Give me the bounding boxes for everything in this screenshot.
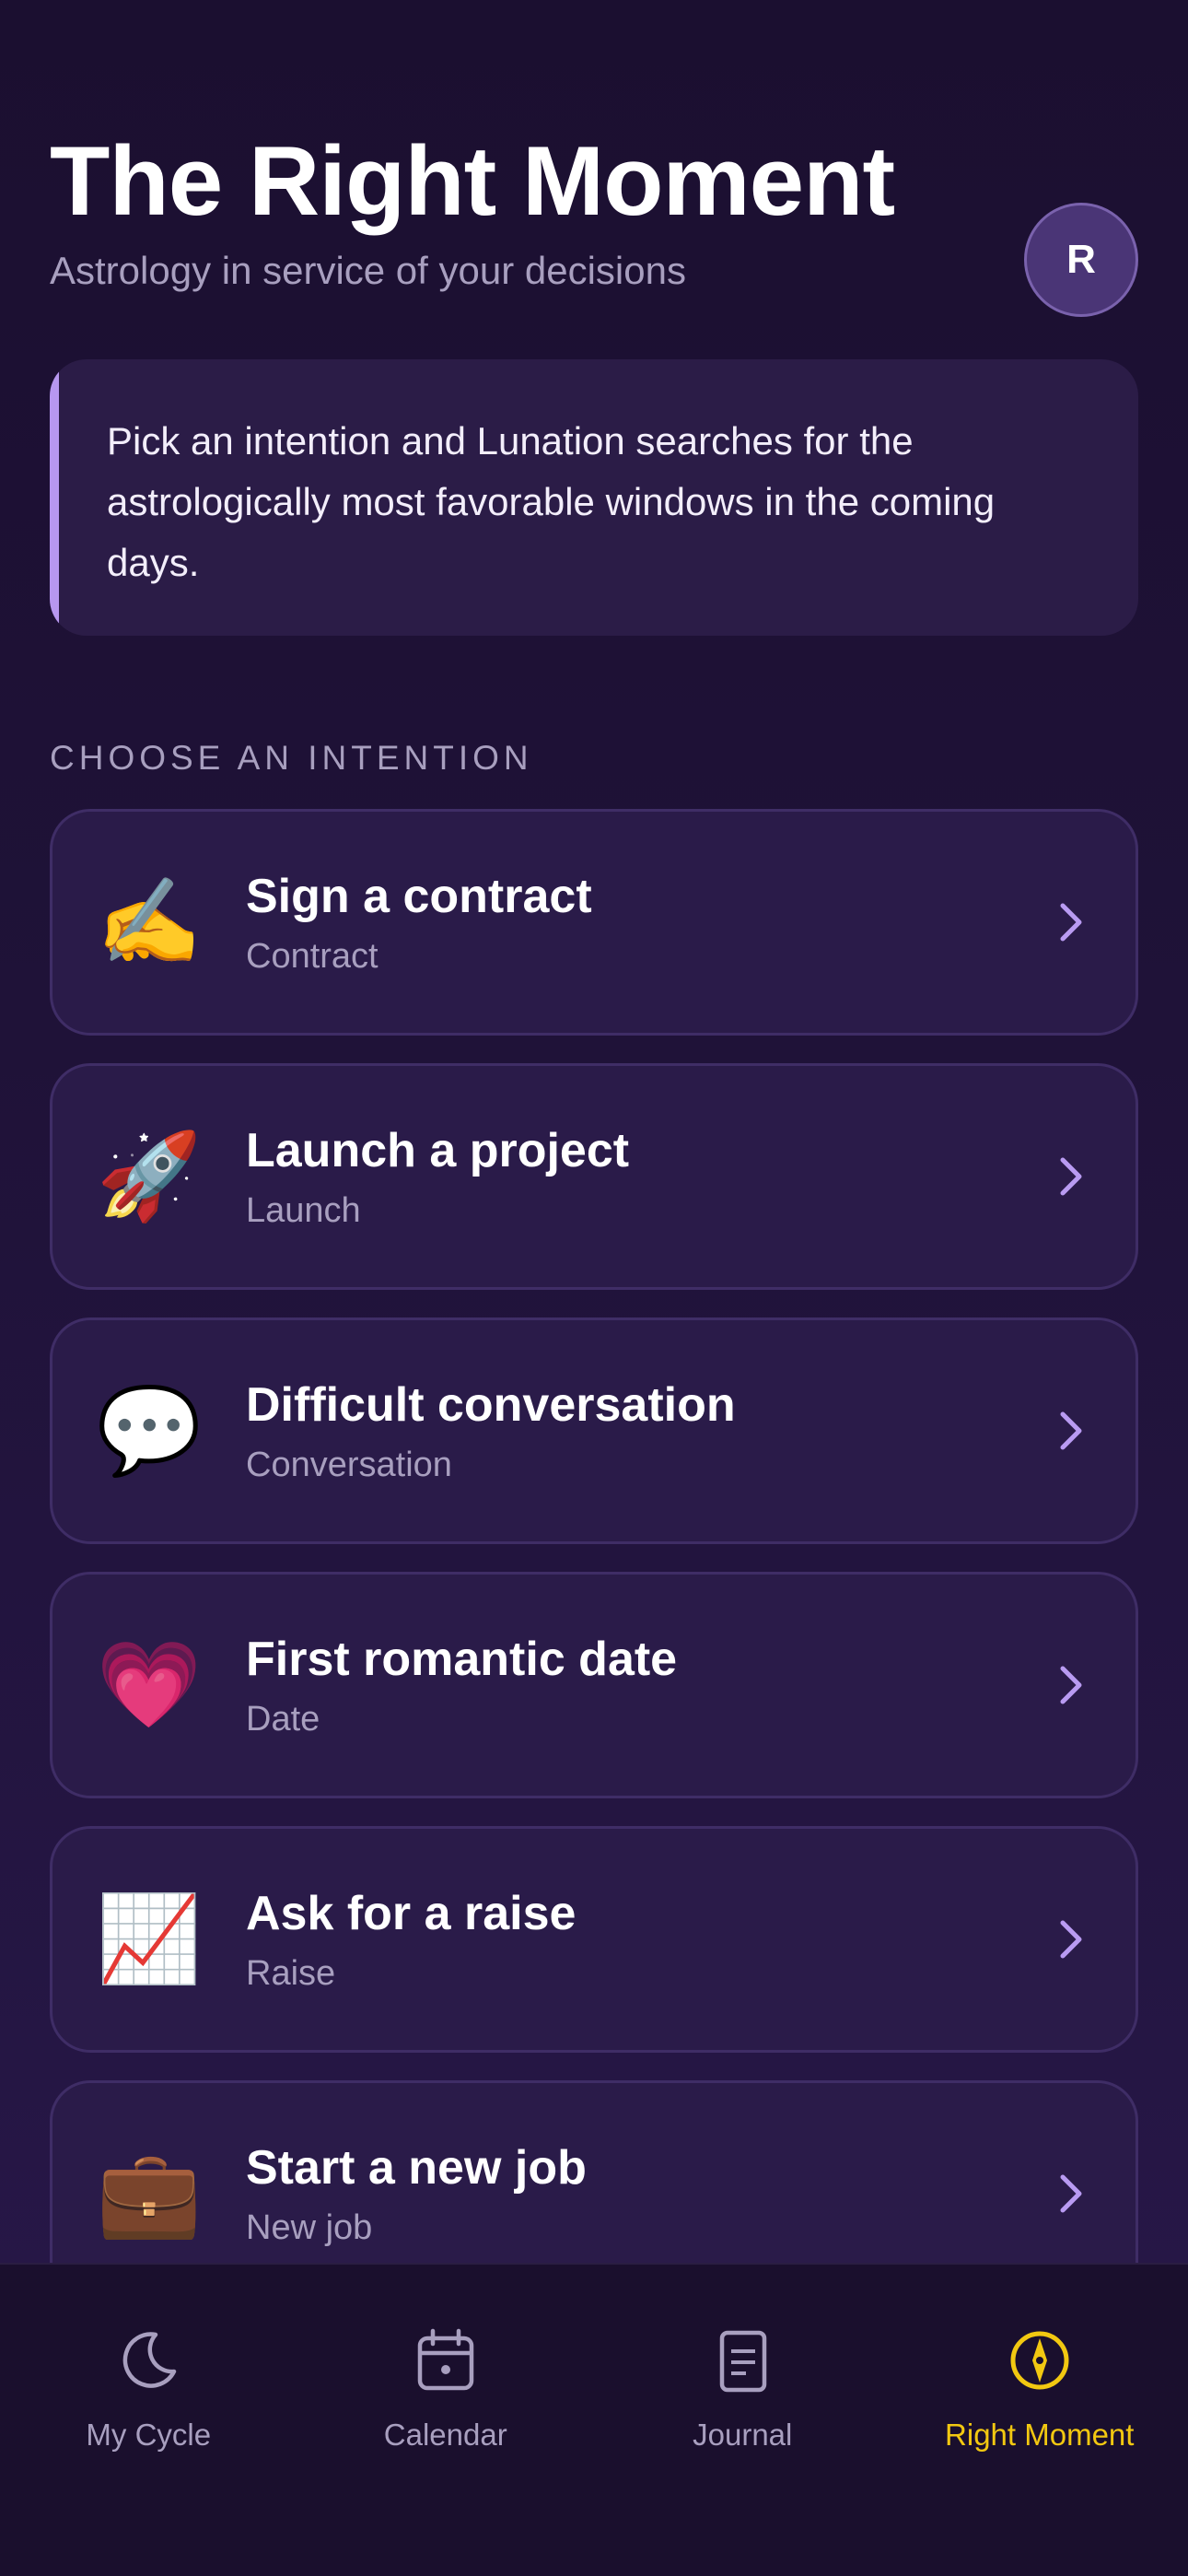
tab-label: Right Moment — [945, 2418, 1135, 2452]
tab-label: Journal — [693, 2418, 793, 2452]
intro-text: Pick an intention and Lunation searches … — [107, 419, 996, 584]
compass-icon — [1007, 2327, 1073, 2397]
intention-title: First romantic date — [246, 1632, 678, 1686]
calendar-icon — [413, 2327, 479, 2397]
section-label: CHOOSE AN INTENTION — [50, 739, 533, 777]
intention-card-date[interactable]: 💗 First romantic date Date — [50, 1572, 1138, 1798]
page-header: The Right Moment Astrology in service of… — [50, 129, 1138, 293]
intention-subtitle: New job — [246, 2207, 373, 2247]
tab-my-cycle[interactable]: My Cycle — [0, 2265, 297, 2576]
rocket-icon: 🚀 — [96, 1127, 203, 1225]
journal-icon — [709, 2327, 775, 2397]
tab-right-moment[interactable]: Right Moment — [891, 2265, 1188, 2576]
tab-bar: My Cycle Calendar Journal Right Moment — [0, 2263, 1188, 2576]
chevron-right-icon — [1007, 1919, 1136, 1960]
briefcase-icon: 💼 — [96, 2144, 203, 2242]
moon-icon — [115, 2327, 181, 2397]
intention-title: Sign a contract — [246, 869, 592, 923]
intention-subtitle: Date — [246, 1699, 320, 1739]
intention-subtitle: Contract — [246, 936, 379, 976]
chevron-right-icon — [1007, 1156, 1136, 1197]
chevron-right-icon — [1007, 902, 1136, 943]
heart-icon: 💗 — [96, 1635, 203, 1734]
chevron-right-icon — [1007, 1665, 1136, 1705]
intention-title: Difficult conversation — [246, 1377, 736, 1432]
intention-title: Launch a project — [246, 1123, 630, 1177]
tab-journal[interactable]: Journal — [594, 2265, 891, 2576]
intention-title: Ask for a raise — [246, 1886, 577, 1940]
speech-bubble-icon: 💬 — [96, 1381, 203, 1480]
intention-card-launch[interactable]: 🚀 Launch a project Launch — [50, 1063, 1138, 1290]
intention-card-conversation[interactable]: 💬 Difficult conversation Conversation — [50, 1317, 1138, 1544]
chevron-right-icon — [1007, 2173, 1136, 2214]
intention-card-raise[interactable]: 📈 Ask for a raise Raise — [50, 1826, 1138, 2053]
intention-title: Start a new job — [246, 2140, 587, 2195]
intention-subtitle: Conversation — [246, 1445, 452, 1484]
tab-label: Calendar — [383, 2418, 507, 2452]
page-title: The Right Moment — [50, 125, 895, 236]
intention-subtitle: Raise — [246, 1953, 336, 1993]
intro-card: Pick an intention and Lunation searches … — [50, 359, 1138, 636]
avatar[interactable]: R — [1024, 203, 1138, 317]
intention-list: ✍️ Sign a contract Contract 🚀 Launch a p… — [50, 809, 1138, 2335]
intention-subtitle: Launch — [246, 1190, 361, 1230]
intention-card-contract[interactable]: ✍️ Sign a contract Contract — [50, 809, 1138, 1036]
writing-hand-icon: ✍️ — [96, 872, 203, 971]
tab-label: My Cycle — [86, 2418, 212, 2452]
tab-calendar[interactable]: Calendar — [297, 2265, 595, 2576]
page-subtitle: Astrology in service of your decisions — [50, 249, 686, 293]
chevron-right-icon — [1007, 1411, 1136, 1451]
chart-increasing-icon: 📈 — [96, 1890, 203, 1988]
